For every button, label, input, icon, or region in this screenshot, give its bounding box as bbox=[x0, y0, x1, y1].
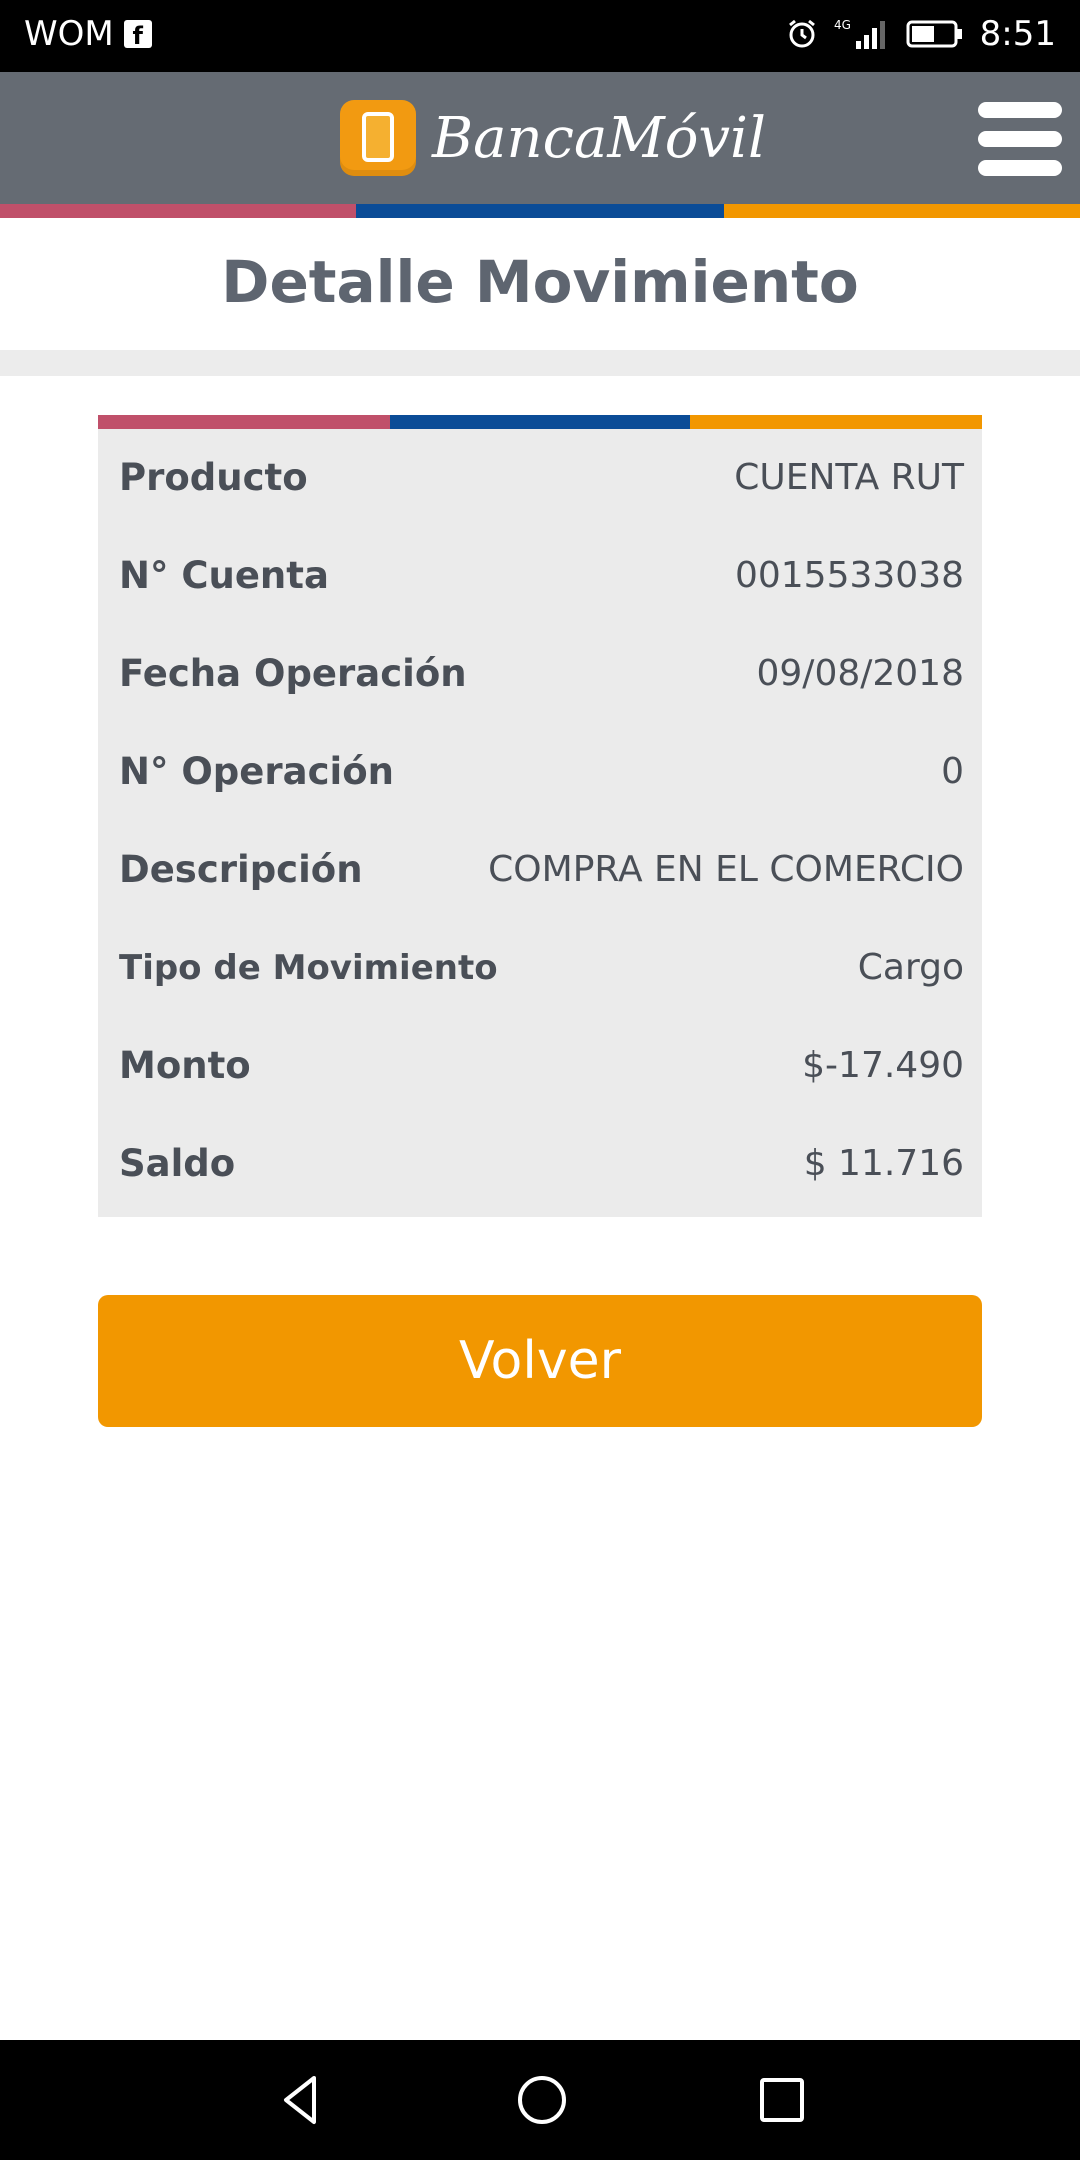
detail-label: Monto bbox=[119, 1044, 251, 1087]
detail-label: Producto bbox=[119, 456, 308, 499]
detail-label: Tipo de Movimiento bbox=[119, 948, 498, 988]
clock: 8:51 bbox=[979, 14, 1056, 54]
detail-label: Fecha Operación bbox=[119, 652, 467, 695]
detail-row-saldo: Saldo $ 11.716 bbox=[98, 1115, 982, 1213]
detail-label: N° Cuenta bbox=[119, 554, 329, 597]
brand-stripe bbox=[0, 204, 1080, 218]
recent-apps-icon[interactable] bbox=[750, 2068, 814, 2132]
page-title: Detalle Movimiento bbox=[221, 248, 859, 316]
detail-value: $-17.490 bbox=[802, 1045, 964, 1086]
home-icon[interactable] bbox=[510, 2068, 574, 2132]
carrier-group: WOM f bbox=[24, 14, 152, 54]
detail-value: CUENTA RUT bbox=[734, 457, 964, 498]
movement-detail-card: Producto CUENTA RUT N° Cuenta 0015533038… bbox=[98, 415, 982, 1217]
detail-label: Saldo bbox=[119, 1142, 236, 1185]
detail-row-fecha: Fecha Operación 09/08/2018 bbox=[98, 625, 982, 723]
detail-row-monto: Monto $-17.490 bbox=[98, 1017, 982, 1115]
detail-label: N° Operación bbox=[119, 750, 394, 793]
phone-logo-icon bbox=[340, 100, 416, 176]
signal-icon: 4G bbox=[834, 18, 885, 49]
card-stripe bbox=[98, 415, 982, 429]
status-icons: 4G 8:51 bbox=[786, 14, 1056, 54]
detail-row-descripcion: Descripción COMPRA EN EL COMERCIO bbox=[98, 821, 982, 919]
facebook-icon: f bbox=[123, 20, 152, 48]
detail-row-tipo: Tipo de Movimiento Cargo bbox=[98, 919, 982, 1017]
detail-value: 0 bbox=[941, 751, 964, 792]
carrier-name: WOM bbox=[24, 14, 114, 54]
detail-value: 09/08/2018 bbox=[756, 653, 965, 694]
detail-row-operacion: N° Operación 0 bbox=[98, 723, 982, 821]
app-header: BancaMóvil bbox=[0, 72, 1080, 204]
network-type: 4G bbox=[834, 18, 851, 32]
detail-label: Descripción bbox=[119, 848, 363, 891]
app-logo: BancaMóvil bbox=[340, 100, 766, 176]
detail-row-producto: Producto CUENTA RUT bbox=[98, 429, 982, 527]
detail-value: COMPRA EN EL COMERCIO bbox=[488, 849, 964, 890]
system-nav-bar bbox=[0, 2040, 1080, 2160]
app-name: BancaMóvil bbox=[432, 105, 766, 171]
battery-icon bbox=[906, 20, 962, 48]
hamburger-menu-icon[interactable] bbox=[978, 102, 1062, 176]
back-button[interactable]: Volver bbox=[98, 1295, 982, 1427]
detail-value: Cargo bbox=[857, 947, 964, 988]
detail-value: $ 11.716 bbox=[803, 1143, 964, 1184]
title-section: Detalle Movimiento bbox=[0, 218, 1080, 350]
detail-row-cuenta: N° Cuenta 0015533038 bbox=[98, 527, 982, 625]
back-icon[interactable] bbox=[270, 2068, 334, 2132]
status-bar: WOM f 4G 8:51 bbox=[0, 0, 1080, 72]
detail-value: 0015533038 bbox=[734, 555, 964, 596]
divider bbox=[0, 350, 1080, 376]
alarm-icon bbox=[788, 19, 815, 48]
